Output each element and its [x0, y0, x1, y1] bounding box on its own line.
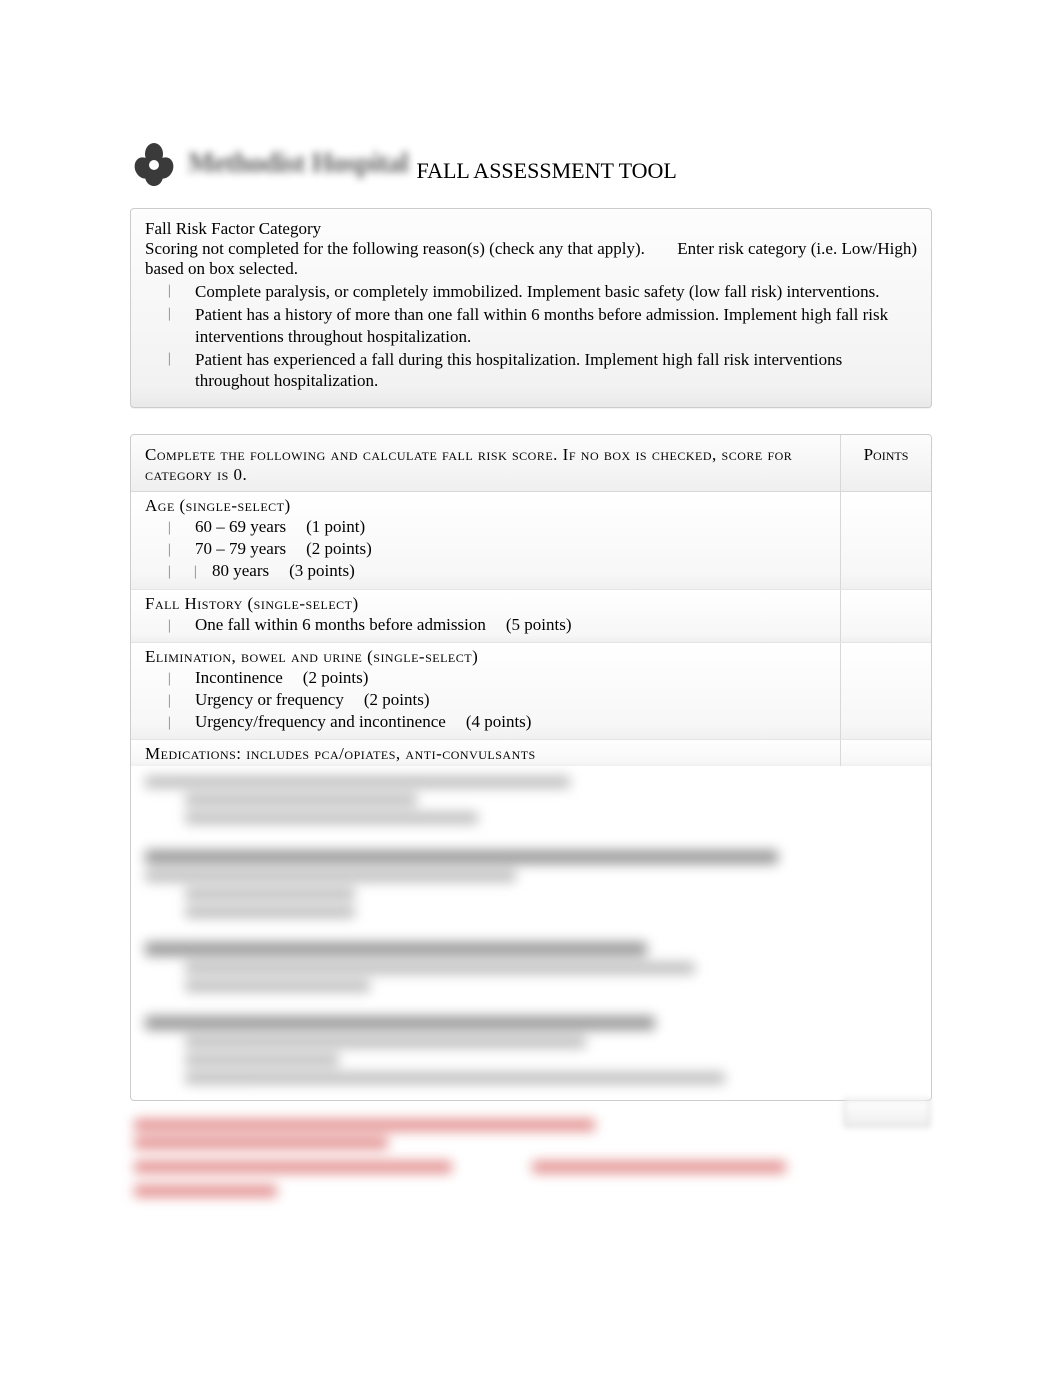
document-header: Methodist Hospital FALL ASSESSMENT TOOL: [130, 140, 932, 188]
option-label: Incontinence: [195, 668, 283, 687]
option-row[interactable]: ⎸ 70 – 79 years (2 points): [169, 538, 826, 560]
section-age: Age (single-select) ⎸ 60 – 69 years (1 po…: [131, 492, 931, 589]
section-title-medications: Medications: includes pca/opiates, anti-…: [145, 744, 826, 764]
checkbox-icon[interactable]: ⎸: [169, 669, 177, 689]
scoring-not-completed-label: Scoring not completed for the following …: [145, 239, 645, 259]
checkbox-icon[interactable]: ⎸: [195, 565, 208, 580]
logo-text: Methodist Hospital: [188, 148, 408, 180]
checkbox-icon[interactable]: ⎸: [169, 691, 177, 711]
checkbox-icon[interactable]: ⎸: [169, 281, 177, 300]
checkbox-icon[interactable]: ⎸: [169, 304, 177, 323]
option-points: (2 points): [303, 668, 369, 687]
option-label: One fall within 6 months before admissio…: [195, 615, 486, 634]
option-label: 80 years: [212, 561, 269, 580]
option-label: 70 – 79 years: [195, 539, 286, 558]
checkbox-icon[interactable]: ⎸: [169, 540, 177, 560]
section-title-elimination: Elimination, bowel and urine (single-sel…: [145, 647, 826, 667]
reason-item[interactable]: ⎸ Patient has a history of more than one…: [169, 304, 917, 347]
option-points: (3 points): [289, 561, 355, 580]
obscured-footer: [130, 1119, 932, 1197]
reason-text: Patient has a history of more than one f…: [195, 304, 917, 347]
section-fall-history: Fall History (single-select) ⎸ One fall …: [131, 590, 931, 643]
risk-category-title: Fall Risk Factor Category: [145, 219, 917, 239]
option-row[interactable]: ⎸ Urgency or frequency (2 points): [169, 689, 826, 711]
checkbox-icon[interactable]: ⎸: [169, 349, 177, 368]
reason-item[interactable]: ⎸ Patient has experienced a fall during …: [169, 349, 917, 392]
option-points: (5 points): [506, 615, 572, 634]
checkbox-icon[interactable]: ⎸: [169, 713, 177, 733]
obscured-content: [131, 766, 931, 1100]
reason-text: Complete paralysis, or completely immobi…: [195, 281, 880, 302]
option-points: (2 points): [306, 539, 372, 558]
reasons-list: ⎸ Complete paralysis, or completely immo…: [145, 281, 917, 391]
checkbox-icon[interactable]: ⎸: [169, 616, 177, 636]
option-row[interactable]: ⎸ 60 – 69 years (1 point): [169, 516, 826, 538]
option-row[interactable]: ⎸ Urgency/frequency and incontinence (4 p…: [169, 711, 826, 733]
logo-block: Methodist Hospital: [130, 140, 408, 188]
option-label: Urgency/frequency and incontinence: [195, 712, 446, 731]
section-medications: Medications: includes pca/opiates, anti-…: [131, 740, 931, 766]
section-elimination: Elimination, bowel and urine (single-sel…: [131, 643, 931, 740]
option-points: (2 points): [364, 690, 430, 709]
checkbox-icon[interactable]: ⎸: [169, 562, 177, 582]
score-header-row: Complete the following and calculate fal…: [131, 435, 931, 492]
page-title: FALL ASSESSMENT TOOL: [416, 158, 676, 188]
score-instruction: Complete the following and calculate fal…: [131, 435, 841, 491]
option-points: (1 point): [306, 517, 365, 536]
points-cell[interactable]: [841, 643, 931, 739]
option-label: 60 – 69 years: [195, 517, 286, 536]
score-panel: Complete the following and calculate fal…: [130, 434, 932, 1101]
option-label: Urgency or frequency: [195, 690, 344, 709]
option-row[interactable]: ⎸ Incontinence (2 points): [169, 667, 826, 689]
section-title-fall-history: Fall History (single-select): [145, 594, 826, 614]
option-points: (4 points): [466, 712, 532, 731]
points-cell[interactable]: [841, 492, 931, 588]
based-on-label: based on box selected.: [145, 259, 917, 279]
risk-category-panel: Fall Risk Factor Category Scoring not co…: [130, 208, 932, 408]
section-title-age: Age (single-select): [145, 496, 826, 516]
reason-item[interactable]: ⎸ Complete paralysis, or completely immo…: [169, 281, 917, 302]
points-cell[interactable]: [841, 590, 931, 642]
option-row[interactable]: ⎸ One fall within 6 months before admiss…: [169, 614, 826, 636]
logo-icon: [130, 140, 178, 188]
checkbox-icon[interactable]: ⎸: [169, 518, 177, 538]
enter-risk-category-label: Enter risk category (i.e. Low/High): [677, 239, 917, 259]
reason-text: Patient has experienced a fall during th…: [195, 349, 917, 392]
points-cell[interactable]: [841, 740, 931, 766]
points-header: Points: [841, 435, 931, 491]
option-row[interactable]: ⎸ ⎸ 80 years (3 points): [169, 560, 826, 582]
